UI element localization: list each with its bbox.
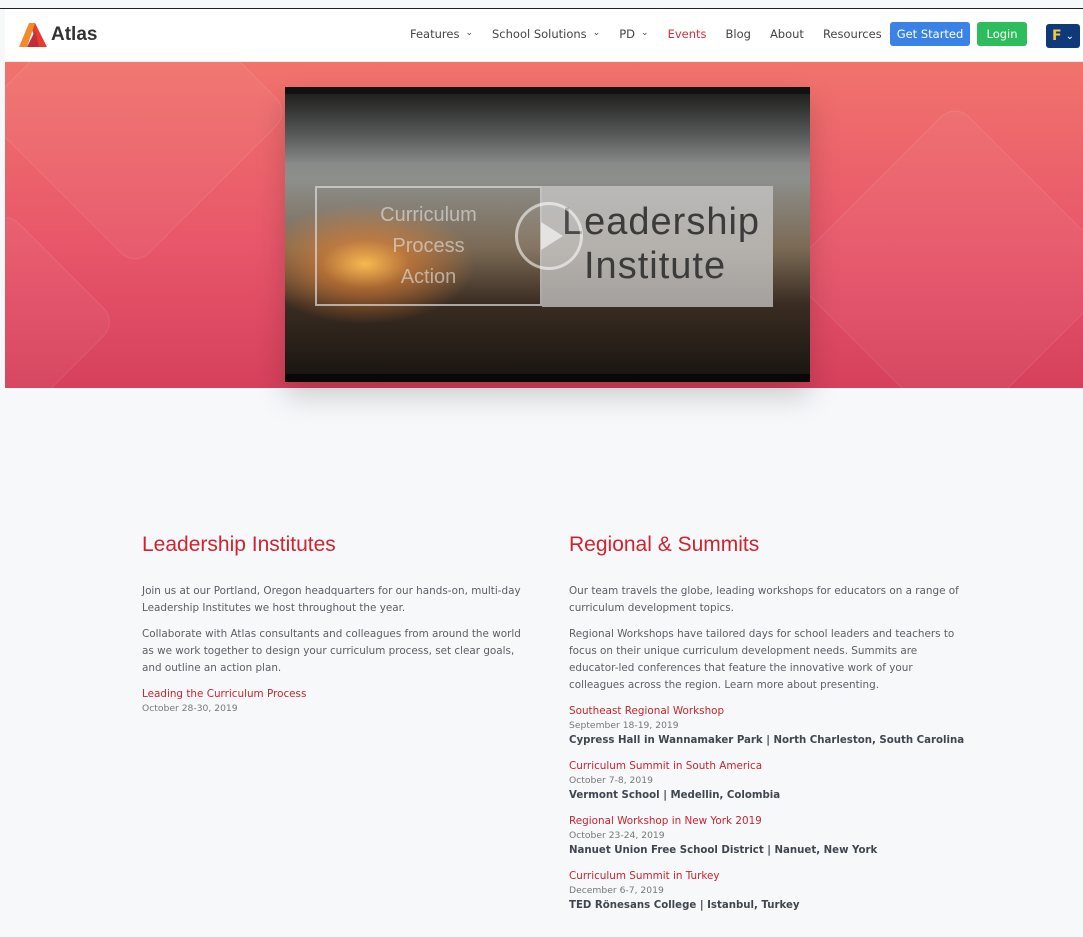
event-item: Southeast Regional Workshop September 18… <box>569 703 969 749</box>
brand-name: Atlas <box>51 24 98 45</box>
main-nav: Features ⌄ School Solutions ⌄ PD ⌄ Event… <box>410 27 914 41</box>
regional-summits-section: Regional & Summits Our team travels the … <box>569 533 969 923</box>
decorative-shape <box>5 208 119 388</box>
video-player[interactable]: Curriculum Process Action Leadership Ins… <box>285 87 810 382</box>
video-word: Institute <box>584 245 727 287</box>
nav-school-solutions[interactable]: School Solutions ⌄ <box>492 27 600 41</box>
event-link[interactable]: Southeast Regional Workshop <box>569 703 969 719</box>
login-button[interactable]: Login <box>977 22 1027 46</box>
chevron-down-icon: ⌄ <box>1065 30 1074 42</box>
nav-blog[interactable]: Blog <box>726 27 751 41</box>
event-venue: TED Rönesans College | Istanbul, Turkey <box>569 900 800 911</box>
video-word: Curriculum <box>380 204 477 226</box>
leadership-heading: Leadership Institutes <box>142 533 336 556</box>
event-date: October 28-30, 2019 <box>142 703 238 714</box>
nav-resources[interactable]: Resources ⌄ <box>823 27 895 41</box>
nav-pd[interactable]: PD ⌄ <box>619 27 648 41</box>
leadership-paragraph: Collaborate with Atlas consultants and c… <box>142 628 521 674</box>
chevron-down-icon: ⌄ <box>592 28 601 38</box>
event-date: October 23-24, 2019 <box>569 830 665 841</box>
event-link[interactable]: Regional Workshop in New York 2019 <box>569 813 969 829</box>
nav-blog-label: Blog <box>725 27 751 41</box>
play-icon[interactable] <box>515 202 583 270</box>
event-item: Regional Workshop in New York 2019 Octob… <box>569 813 969 859</box>
nav-about-label: About <box>769 27 804 41</box>
event-date: December 6-7, 2019 <box>569 885 664 896</box>
user-menu-button[interactable]: F ⌄ <box>1046 24 1080 48</box>
event-date: September 18-19, 2019 <box>569 720 679 731</box>
atlas-logo-icon <box>19 23 47 47</box>
decorative-shape <box>5 62 291 268</box>
get-started-button[interactable]: Get Started <box>890 22 970 46</box>
event-date: October 7-8, 2019 <box>569 775 653 786</box>
event-link[interactable]: Curriculum Summit in Turkey <box>569 868 969 884</box>
video-word: Process <box>392 235 465 257</box>
nav-features-label: Features <box>410 27 460 41</box>
nav-about[interactable]: About <box>770 27 804 41</box>
event-item: Curriculum Summit in South America Octob… <box>569 758 969 804</box>
event-item: Curriculum Summit in Turkey December 6-7… <box>569 868 969 914</box>
nav-school-solutions-label: School Solutions <box>492 27 587 41</box>
site-header: Atlas Features ⌄ School Solutions ⌄ PD ⌄… <box>5 9 1083 62</box>
nav-resources-label: Resources <box>822 27 882 41</box>
video-word: Leadership <box>562 201 761 243</box>
regional-paragraph: Our team travels the globe, leading work… <box>569 585 959 614</box>
leadership-paragraph: Join us at our Portland, Oregon headquar… <box>142 585 521 614</box>
event-link[interactable]: Curriculum Summit in South America <box>569 758 969 774</box>
video-word: Action <box>400 266 457 288</box>
event-item: Leading the Curriculum Process October 2… <box>142 686 532 716</box>
leadership-institutes-section: Leadership Institutes Join us at our Por… <box>142 533 532 725</box>
nav-pd-label: PD <box>619 27 636 41</box>
atlas-logo[interactable]: Atlas <box>19 23 97 47</box>
video-control-bar <box>285 374 810 382</box>
play-triangle <box>541 222 563 250</box>
video-thumbnail-overlay <box>285 94 810 164</box>
chevron-down-icon: ⌄ <box>641 28 649 38</box>
event-venue: Cypress Hall in Wannamaker Park | North … <box>569 735 965 746</box>
nav-events-label: Events <box>667 27 707 41</box>
regional-heading: Regional & Summits <box>569 533 760 556</box>
user-initial: F <box>1052 28 1062 44</box>
event-venue: Vermont School | Medellin, Colombia <box>569 790 781 801</box>
video-title-left: Curriculum Process Action <box>315 186 542 306</box>
event-link[interactable]: Leading the Curriculum Process <box>142 686 532 702</box>
chevron-down-icon: ⌄ <box>465 28 473 38</box>
event-venue: Nanuet Union Free School District | Nanu… <box>569 845 878 856</box>
decorative-shape <box>785 102 1083 388</box>
regional-paragraph: Regional Workshops have tailored days fo… <box>569 628 955 691</box>
nav-events[interactable]: Events <box>668 27 707 41</box>
nav-features[interactable]: Features ⌄ <box>410 27 473 41</box>
